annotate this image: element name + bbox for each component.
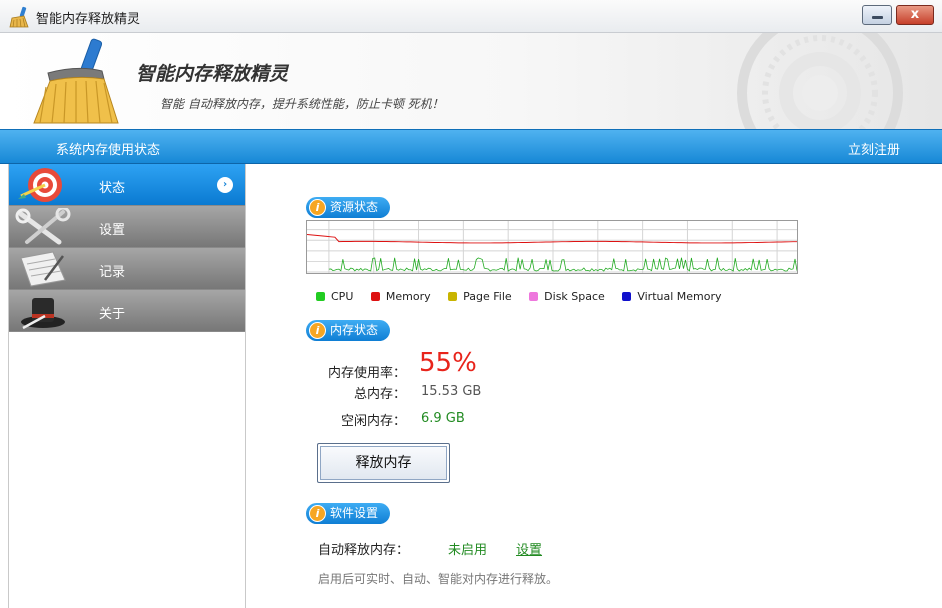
notebook-icon	[20, 251, 66, 287]
target-icon	[18, 168, 62, 202]
sidebar: 状态 › 设置 记录 关于	[8, 164, 246, 608]
legend-swatch	[529, 292, 539, 301]
header-banner: 智能内存释放精灵 智能 自动释放内存，提升系统性能，防止卡顿 死机！	[0, 33, 942, 129]
legend-swatch	[448, 292, 458, 301]
status-bar: 系统内存使用状态 立刻注册	[0, 129, 942, 164]
main-panel: i 资源状态 CPU Memory Page File Disk Space V…	[247, 164, 942, 608]
magic-hat-icon	[21, 298, 65, 330]
title-bar: 智能内存释放精灵 x	[0, 0, 942, 33]
legend-item-disk-space: Disk Space	[529, 290, 605, 303]
free-memory-label: 空闲内存：	[340, 414, 406, 429]
app-subtitle: 智能 自动释放内存，提升系统性能，防止卡顿 死机！	[160, 97, 444, 111]
cpu-series-line	[328, 257, 797, 272]
info-icon: i	[309, 199, 326, 216]
usage-value: 55%	[419, 348, 477, 378]
info-icon: i	[309, 505, 326, 522]
tools-icon	[15, 208, 71, 245]
memory-status-header: i 内存状态	[306, 320, 391, 341]
auto-release-description: 启用后可实时、自动、智能对内存进行释放。	[318, 572, 559, 586]
chevron-right-icon: ›	[217, 177, 233, 193]
broom-icon	[9, 6, 29, 28]
release-memory-button[interactable]: 释放内存	[317, 443, 450, 483]
sidebar-item-settings[interactable]: 设置	[9, 206, 245, 248]
legend-item-virtual-memory: Virtual Memory	[622, 290, 722, 303]
minimize-icon[interactable]	[862, 5, 892, 25]
section-heading: 系统内存使用状态	[56, 143, 161, 158]
auto-release-status: 未启用	[448, 543, 488, 558]
sidebar-item-label: 设置	[99, 223, 126, 238]
free-memory-value: 6.9 GB	[421, 411, 465, 426]
broom-logo-icon	[33, 38, 119, 124]
sidebar-item-status[interactable]: 状态 ›	[9, 164, 245, 206]
sidebar-item-label: 状态	[99, 181, 126, 196]
memory-series-line	[307, 234, 797, 244]
sidebar-item-about[interactable]: 关于	[9, 290, 245, 332]
legend-item-page-file: Page File	[448, 290, 512, 303]
sidebar-item-label: 记录	[99, 265, 126, 280]
close-icon[interactable]: x	[896, 5, 934, 25]
usage-label: 内存使用率：	[327, 366, 406, 381]
legend-item-cpu: CPU	[316, 290, 353, 303]
info-icon: i	[309, 322, 326, 339]
gear-decoration-icon	[737, 33, 903, 129]
legend-swatch	[316, 292, 325, 301]
section-title: 软件设置	[330, 506, 379, 520]
total-memory-value: 15.53 GB	[421, 384, 482, 399]
section-title: 内存状态	[330, 323, 379, 337]
resource-status-header: i 资源状态	[306, 197, 391, 218]
section-title: 资源状态	[330, 200, 379, 214]
legend-item-memory: Memory	[370, 290, 431, 303]
settings-link[interactable]: 设置	[516, 539, 542, 558]
auto-release-label: 自动释放内存：	[318, 543, 410, 558]
app-title: 智能内存释放精灵	[136, 63, 289, 85]
total-memory-label: 总内存：	[353, 387, 406, 402]
register-link[interactable]: 立刻注册	[848, 139, 900, 158]
sidebar-item-label: 关于	[99, 307, 126, 322]
resource-usage-graph	[306, 220, 798, 274]
window-title: 智能内存释放精灵	[36, 12, 141, 27]
legend-swatch	[370, 292, 380, 301]
sidebar-item-records[interactable]: 记录	[9, 248, 245, 290]
legend-swatch	[622, 292, 632, 301]
software-settings-header: i 软件设置	[306, 503, 391, 524]
graph-legend: CPU Memory Page File Disk Space Virtual …	[316, 290, 736, 303]
